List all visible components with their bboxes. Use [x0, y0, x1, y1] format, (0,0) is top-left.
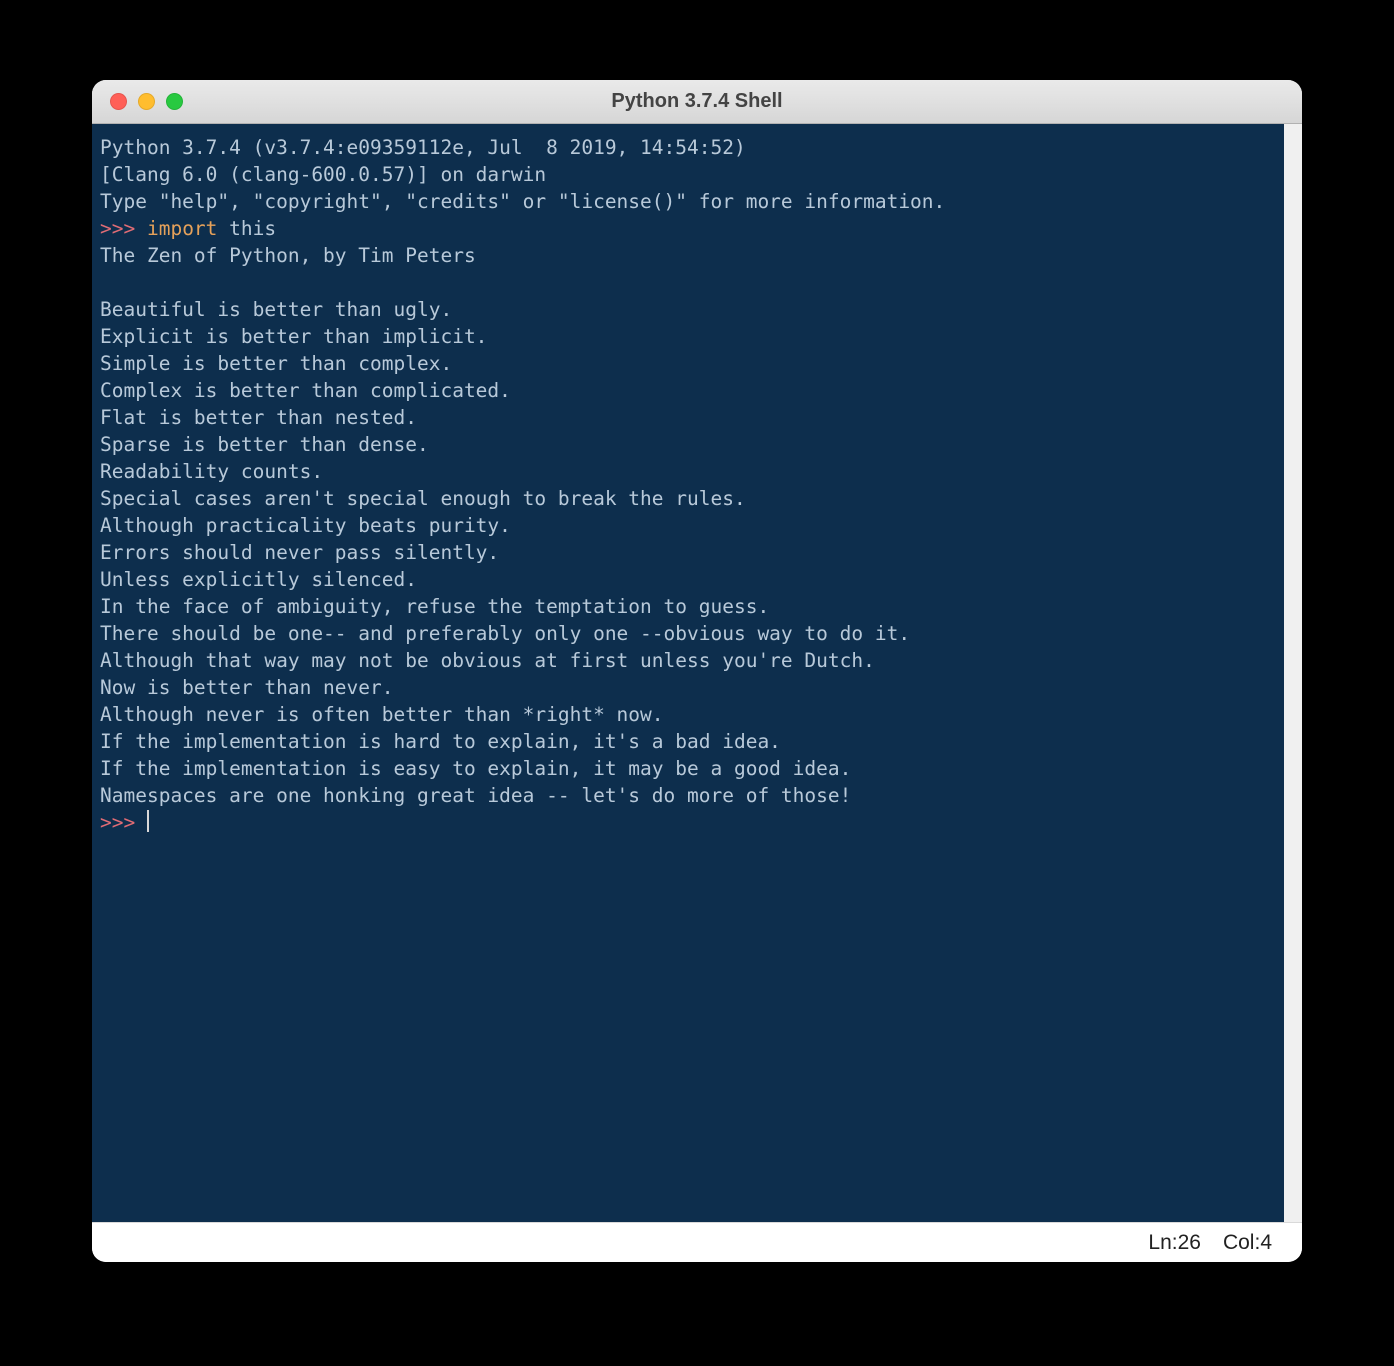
statusbar: Ln: 26 Col: 4: [92, 1222, 1302, 1262]
header-line: Type "help", "copyright", "credits" or "…: [100, 190, 945, 213]
output-line: Complex is better than complicated.: [100, 379, 511, 402]
col-value: 4: [1260, 1231, 1272, 1255]
minimize-button[interactable]: [138, 93, 155, 110]
close-button[interactable]: [110, 93, 127, 110]
titlebar[interactable]: Python 3.7.4 Shell: [92, 80, 1302, 124]
output-line: If the implementation is easy to explain…: [100, 757, 851, 780]
output-line: In the face of ambiguity, refuse the tem…: [100, 595, 769, 618]
terminal-area[interactable]: Python 3.7.4 (v3.7.4:e09359112e, Jul 8 2…: [92, 124, 1302, 1222]
output-line: Explicit is better than implicit.: [100, 325, 487, 348]
prompt: >>>: [100, 811, 147, 834]
terminal-content[interactable]: Python 3.7.4 (v3.7.4:e09359112e, Jul 8 2…: [92, 124, 1284, 1222]
output-line: Simple is better than complex.: [100, 352, 452, 375]
line-value: 26: [1178, 1231, 1201, 1255]
keyword-import: import: [147, 217, 217, 240]
output-line: Now is better than never.: [100, 676, 394, 699]
cursor-icon: [147, 810, 149, 832]
output-line: Although practicality beats purity.: [100, 514, 511, 537]
output-line: Special cases aren't special enough to b…: [100, 487, 746, 510]
traffic-lights: [92, 93, 183, 110]
input-rest: this: [217, 217, 276, 240]
output-line: Readability counts.: [100, 460, 323, 483]
output-line: Flat is better than nested.: [100, 406, 417, 429]
output-line: Although that way may not be obvious at …: [100, 649, 875, 672]
line-label: Ln:: [1148, 1231, 1177, 1255]
output-line: The Zen of Python, by Tim Peters: [100, 244, 476, 267]
output-line: Errors should never pass silently.: [100, 541, 499, 564]
output-line: There should be one-- and preferably onl…: [100, 622, 910, 645]
output-line: If the implementation is hard to explain…: [100, 730, 781, 753]
scrollbar[interactable]: [1284, 124, 1302, 1222]
header-line: Python 3.7.4 (v3.7.4:e09359112e, Jul 8 2…: [100, 136, 746, 159]
window-title: Python 3.7.4 Shell: [92, 90, 1302, 113]
output-line: Namespaces are one honking great idea --…: [100, 784, 851, 807]
output-line: Unless explicitly silenced.: [100, 568, 417, 591]
output-line: Beautiful is better than ugly.: [100, 298, 452, 321]
idle-window: Python 3.7.4 Shell Python 3.7.4 (v3.7.4:…: [92, 80, 1302, 1262]
header-line: [Clang 6.0 (clang-600.0.57)] on darwin: [100, 163, 546, 186]
output-line: Sparse is better than dense.: [100, 433, 429, 456]
output-line: Although never is often better than *rig…: [100, 703, 664, 726]
maximize-button[interactable]: [166, 93, 183, 110]
prompt: >>>: [100, 217, 147, 240]
col-label: Col:: [1223, 1231, 1260, 1255]
